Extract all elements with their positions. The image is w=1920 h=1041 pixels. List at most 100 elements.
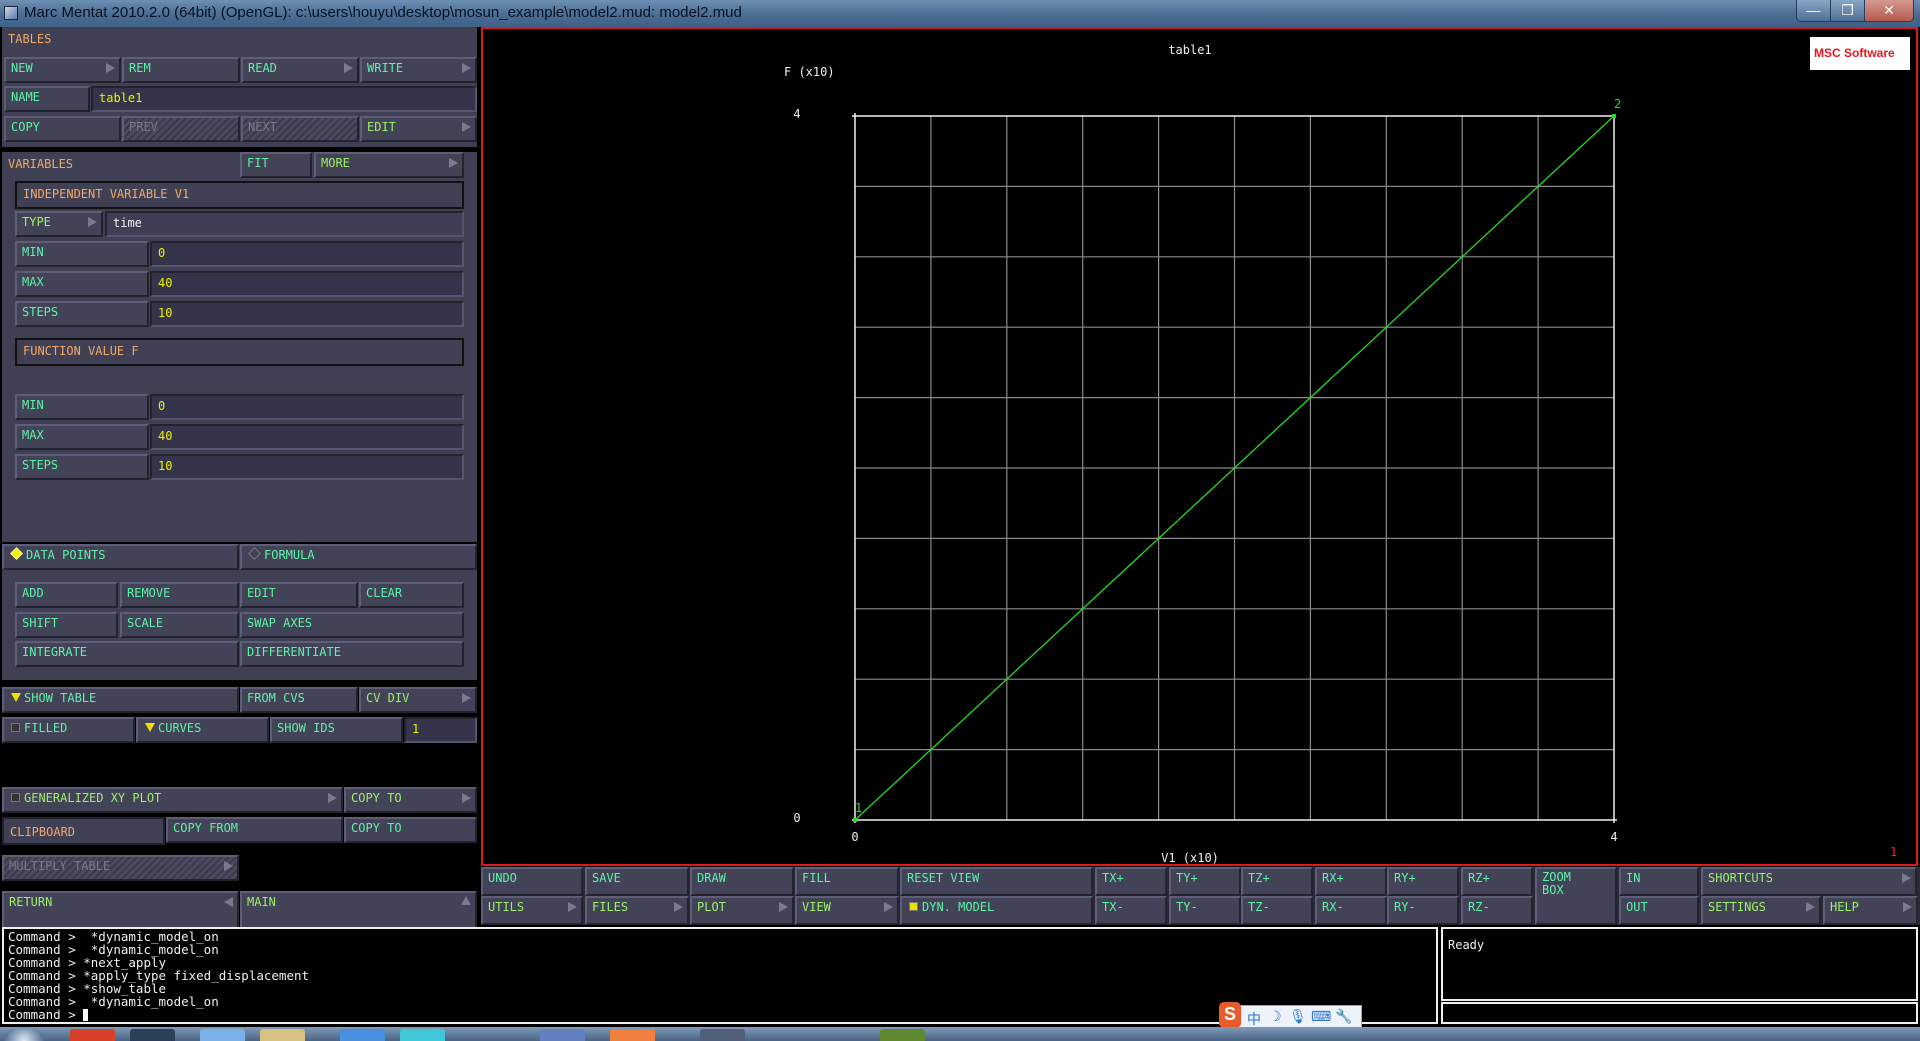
rem-button[interactable]: REM [122,57,240,83]
taskbar-app[interactable] [70,1029,115,1041]
from-cvs-button[interactable]: FROM CVS [240,687,358,713]
show-ids-button[interactable]: SHOW IDS [270,717,403,743]
toolbar-tx-button[interactable]: TX- [1095,896,1167,925]
remove-button[interactable]: REMOVE [120,582,239,608]
wrench-icon[interactable]: 🔧 [1335,1009,1352,1025]
start-button[interactable] [4,1029,44,1041]
taskbar-app[interactable] [260,1029,305,1041]
v1-min-button[interactable]: MIN [15,241,149,267]
toolbar-typlus-button[interactable]: TY+ [1169,867,1241,896]
v1-min-field[interactable]: 0 [150,241,464,267]
close-button[interactable]: ✕ [1865,0,1913,21]
integrate-button[interactable]: INTEGRATE [15,641,239,667]
f-steps-field[interactable]: 10 [150,454,464,480]
toolbar-save-button[interactable]: SAVE [585,867,689,896]
cv-div-button[interactable]: CV DIV [359,687,477,713]
edit-table-button[interactable]: EDIT [360,116,477,142]
toolbar-rz-button[interactable]: RZ- [1461,896,1533,925]
differentiate-button[interactable]: DIFFERENTIATE [240,641,464,667]
next-button[interactable]: NEXT [241,116,359,142]
moon-icon[interactable]: ☽ [1269,1009,1282,1025]
v1-steps-button[interactable]: STEPS [15,301,149,327]
toolbar-view-button[interactable]: VIEW [795,896,899,925]
graphics-viewport[interactable] [481,27,1918,866]
toolbar-tzplus-button[interactable]: TZ+ [1241,867,1313,896]
copy-button[interactable]: COPY [4,116,121,142]
scale-button[interactable]: SCALE [120,612,239,638]
toolbar-fill-button[interactable]: FILL [795,867,899,896]
toolbar-utils-button[interactable]: UTILS [481,896,583,925]
f-steps-button[interactable]: STEPS [15,454,149,480]
generalized-xy-plot-toggle[interactable]: GENERALIZED XY PLOT [2,787,343,813]
copy-from-button[interactable]: COPY FROM [166,817,343,843]
ime-toolbar[interactable]: S 中 ☽ 🎙 ⌨ 🔧 [1219,1002,1362,1029]
taskbar-app[interactable] [400,1029,445,1041]
taskbar-app[interactable] [200,1029,245,1041]
toolbar-ty-button[interactable]: TY- [1169,896,1241,925]
toolbar-ry-button[interactable]: RY- [1387,896,1459,925]
toolbar-txplus-button[interactable]: TX+ [1095,867,1167,896]
swap-axes-button[interactable]: SWAP AXES [240,612,464,638]
toolbar-dyn-model-button[interactable]: DYN. MODEL [900,896,1093,925]
table-name-field[interactable]: table1 [91,86,477,112]
name-button[interactable]: NAME [4,86,90,112]
toolbar-tz-button[interactable]: TZ- [1241,896,1313,925]
taskbar-app[interactable] [700,1029,745,1041]
f-min-label: MIN [22,398,44,412]
toolbar-button-label: TX- [1102,900,1124,914]
minimize-button[interactable]: — [1797,0,1831,21]
new-button[interactable]: NEW [4,57,121,83]
toolbar-button-label: RY- [1394,900,1416,914]
f-min-field[interactable]: 0 [150,394,464,420]
v1-steps-field[interactable]: 10 [150,301,464,327]
taskbar-app[interactable] [610,1029,655,1041]
toolbar-zoom-box-button[interactable]: ZOOM BOX [1535,867,1617,925]
v1-max-button[interactable]: MAX [15,271,149,297]
toolbar-ryplus-button[interactable]: RY+ [1387,867,1459,896]
curves-toggle[interactable]: CURVES [136,717,269,743]
show-table-toggle[interactable]: SHOW TABLE [2,687,239,713]
toolbar-rzplus-button[interactable]: RZ+ [1461,867,1533,896]
f-min-button[interactable]: MIN [15,394,149,420]
taskbar-app[interactable] [130,1029,175,1041]
toolbar-rxplus-button[interactable]: RX+ [1315,867,1387,896]
show-ids-field[interactable]: 1 [404,717,477,743]
shift-button[interactable]: SHIFT [15,612,118,638]
keyboard-icon[interactable]: ⌨ [1311,1009,1331,1025]
more-button[interactable]: MORE [314,152,464,178]
toolbar-rx-button[interactable]: RX- [1315,896,1387,925]
write-button[interactable]: WRITE [360,57,477,83]
data-points-radio[interactable]: DATA POINTS [2,544,239,570]
restore-button[interactable]: ❐ [1831,0,1865,21]
microphone-icon[interactable]: 🎙 [1289,1009,1307,1025]
taskbar-app[interactable] [340,1029,385,1041]
clear-button[interactable]: CLEAR [359,582,464,608]
filled-toggle[interactable]: FILLED [2,717,135,743]
read-button[interactable]: READ [241,57,359,83]
v1-max-field[interactable]: 40 [150,271,464,297]
toolbar-shortcuts-button[interactable]: SHORTCUTS [1701,867,1917,896]
toolbar-files-button[interactable]: FILES [585,896,689,925]
fit-button[interactable]: FIT [240,152,312,178]
toolbar-help-button[interactable]: HELP [1823,896,1918,925]
toolbar-in-button[interactable]: IN [1619,867,1699,896]
toolbar-settings-button[interactable]: SETTINGS [1701,896,1821,925]
formula-radio[interactable]: FORMULA [240,544,477,570]
f-max-field[interactable]: 40 [150,424,464,450]
add-button[interactable]: ADD [15,582,118,608]
toolbar-undo-button[interactable]: UNDO [481,867,583,896]
taskbar-app[interactable] [880,1029,925,1041]
type-button[interactable]: TYPE [15,211,103,237]
multiply-table-button[interactable]: MULTIPLY TABLE [2,855,239,881]
copy-to-button-2[interactable]: COPY TO [344,817,477,843]
toolbar-out-button[interactable]: OUT [1619,896,1699,925]
toolbar-plot-button[interactable]: PLOT [690,896,794,925]
ime-language-icon[interactable]: 中 [1247,1009,1261,1029]
copy-to-button-1[interactable]: COPY TO [344,787,477,813]
toolbar-reset-view-button[interactable]: RESET VIEW [900,867,1093,896]
prev-button[interactable]: PREV [122,116,240,142]
edit-points-button[interactable]: EDIT [240,582,358,608]
taskbar-app[interactable] [540,1029,585,1041]
f-max-button[interactable]: MAX [15,424,149,450]
toolbar-draw-button[interactable]: DRAW [690,867,794,896]
